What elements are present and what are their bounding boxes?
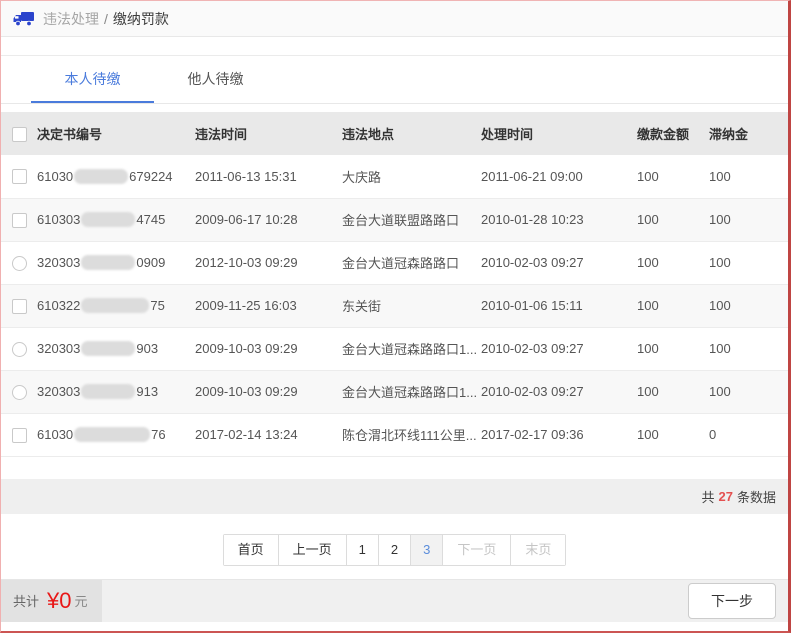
amount-cell: 100 — [637, 370, 709, 413]
decision-no-cell: 61030679224 — [37, 155, 195, 198]
table-header-row: 决定书编号 违法时间 违法地点 处理时间 缴款金额 滞纳金 — [1, 112, 788, 155]
process-time-cell: 2010-01-06 15:11 — [481, 284, 637, 327]
bottom-action-bar: 共计 ¥0 元 下一步 — [1, 579, 788, 622]
location-cell: 东关街 — [342, 284, 481, 327]
redacted-text — [81, 212, 135, 227]
table-row: 320303903 2009-10-03 09:29 金台大道冠森路路口1...… — [1, 327, 788, 370]
redacted-text — [81, 298, 149, 313]
location-cell: 金台大道冠森路路口1... — [342, 370, 481, 413]
process-time-cell: 2010-02-03 09:27 — [481, 370, 637, 413]
late-fee-cell: 100 — [709, 155, 788, 198]
prev-page-button[interactable]: 上一页 — [278, 535, 346, 565]
tab-self-pending[interactable]: 本人待缴 — [31, 56, 154, 103]
table-row: 3203030909 2012-10-03 09:29 金台大道冠森路路口 20… — [1, 241, 788, 284]
tab-others-pending[interactable]: 他人待缴 — [154, 56, 277, 103]
page-button-1[interactable]: 1 — [346, 535, 378, 565]
amount-cell: 100 — [637, 198, 709, 241]
page-button-3-current[interactable]: 3 — [410, 535, 442, 565]
violation-time-cell: 2009-10-03 09:29 — [195, 370, 342, 413]
table-row: 320303913 2009-10-03 09:29 金台大道冠森路路口1...… — [1, 370, 788, 413]
total-box: 共计 ¥0 元 — [1, 580, 102, 622]
location-cell: 陈仓渭北环线111公里... — [342, 413, 481, 456]
row-checkbox[interactable] — [12, 213, 27, 228]
late-fee-cell: 100 — [709, 284, 788, 327]
row-checkbox[interactable] — [12, 299, 27, 314]
breadcrumb-separator: / — [104, 11, 108, 27]
table-row: 61032275 2009-11-25 16:03 东关街 2010-01-06… — [1, 284, 788, 327]
pagination-container: 首页 上一页 1 2 3 下一页 末页 — [1, 534, 788, 566]
decision-no-cell: 3203030909 — [37, 241, 195, 284]
amount-cell: 100 — [637, 241, 709, 284]
process-time-cell: 2010-02-03 09:27 — [481, 327, 637, 370]
table-row: 6103076 2017-02-14 13:24 陈仓渭北环线111公里... … — [1, 413, 788, 456]
violations-table: 决定书编号 违法时间 违法地点 处理时间 缴款金额 滞纳金 6103067922… — [1, 112, 788, 457]
location-cell: 金台大道冠森路路口1... — [342, 327, 481, 370]
amount-cell: 100 — [637, 413, 709, 456]
violation-time-cell: 2009-11-25 16:03 — [195, 284, 342, 327]
process-time-cell: 2011-06-21 09:00 — [481, 155, 637, 198]
amount-cell: 100 — [637, 327, 709, 370]
record-count-band: 共 27 条数据 — [1, 479, 788, 514]
violation-time-cell: 2009-10-03 09:29 — [195, 327, 342, 370]
next-step-button[interactable]: 下一步 — [688, 583, 776, 619]
table-row: 61030679224 2011-06-13 15:31 大庆路 2011-06… — [1, 155, 788, 198]
redacted-text — [74, 169, 128, 184]
row-radio[interactable] — [12, 385, 27, 400]
row-radio[interactable] — [12, 342, 27, 357]
decision-no-cell: 6103034745 — [37, 198, 195, 241]
page-button-2[interactable]: 2 — [378, 535, 410, 565]
breadcrumb-section: 违法处理 — [43, 9, 99, 29]
violation-time-cell: 2011-06-13 15:31 — [195, 155, 342, 198]
total-unit: 元 — [75, 591, 88, 610]
late-fee-cell: 100 — [709, 327, 788, 370]
decision-no-cell: 320303903 — [37, 327, 195, 370]
total-label: 共计 — [13, 591, 39, 610]
location-cell: 大庆路 — [342, 155, 481, 198]
last-page-button[interactable]: 末页 — [510, 535, 565, 565]
late-fee-cell: 100 — [709, 198, 788, 241]
table-row: 6103034745 2009-06-17 10:28 金台大道联盟路路口 20… — [1, 198, 788, 241]
row-radio[interactable] — [12, 256, 27, 271]
violation-time-cell: 2009-06-17 10:28 — [195, 198, 342, 241]
location-cell: 金台大道冠森路路口 — [342, 241, 481, 284]
violation-time-cell: 2017-02-14 13:24 — [195, 413, 342, 456]
select-all-checkbox[interactable] — [12, 127, 27, 142]
redacted-text — [74, 427, 150, 442]
decision-no-cell: 61032275 — [37, 284, 195, 327]
redacted-text — [81, 384, 135, 399]
pagination: 首页 上一页 1 2 3 下一页 末页 — [223, 534, 567, 566]
process-time-cell: 2010-02-03 09:27 — [481, 241, 637, 284]
count-prefix: 共 — [702, 487, 715, 506]
breadcrumb-current: 缴纳罚款 — [113, 9, 169, 29]
location-cell: 金台大道联盟路路口 — [342, 198, 481, 241]
row-checkbox[interactable] — [12, 169, 27, 184]
total-amount: ¥0 — [47, 588, 71, 614]
decision-no-cell: 320303913 — [37, 370, 195, 413]
col-header-location: 违法地点 — [342, 112, 481, 155]
first-page-button[interactable]: 首页 — [224, 535, 278, 565]
col-header-process-time: 处理时间 — [481, 112, 637, 155]
tab-bar: 本人待缴 他人待缴 — [1, 55, 788, 104]
title-bar: 违法处理 / 缴纳罚款 — [1, 1, 788, 37]
redacted-text — [81, 341, 135, 356]
col-header-amount: 缴款金额 — [637, 112, 709, 155]
count-suffix: 条数据 — [737, 487, 776, 506]
redacted-text — [81, 255, 135, 270]
late-fee-cell: 0 — [709, 413, 788, 456]
late-fee-cell: 100 — [709, 370, 788, 413]
col-header-late-fee: 滞纳金 — [709, 112, 788, 155]
process-time-cell: 2010-01-28 10:23 — [481, 198, 637, 241]
record-count: 27 — [719, 489, 733, 504]
decision-no-cell: 6103076 — [37, 413, 195, 456]
next-page-button[interactable]: 下一页 — [442, 535, 510, 565]
col-header-decision-no: 决定书编号 — [37, 112, 195, 155]
amount-cell: 100 — [637, 155, 709, 198]
row-checkbox[interactable] — [12, 428, 27, 443]
late-fee-cell: 100 — [709, 241, 788, 284]
process-time-cell: 2017-02-17 09:36 — [481, 413, 637, 456]
col-header-violation-time: 违法时间 — [195, 112, 342, 155]
violation-time-cell: 2012-10-03 09:29 — [195, 241, 342, 284]
truck-icon — [13, 11, 35, 27]
amount-cell: 100 — [637, 284, 709, 327]
